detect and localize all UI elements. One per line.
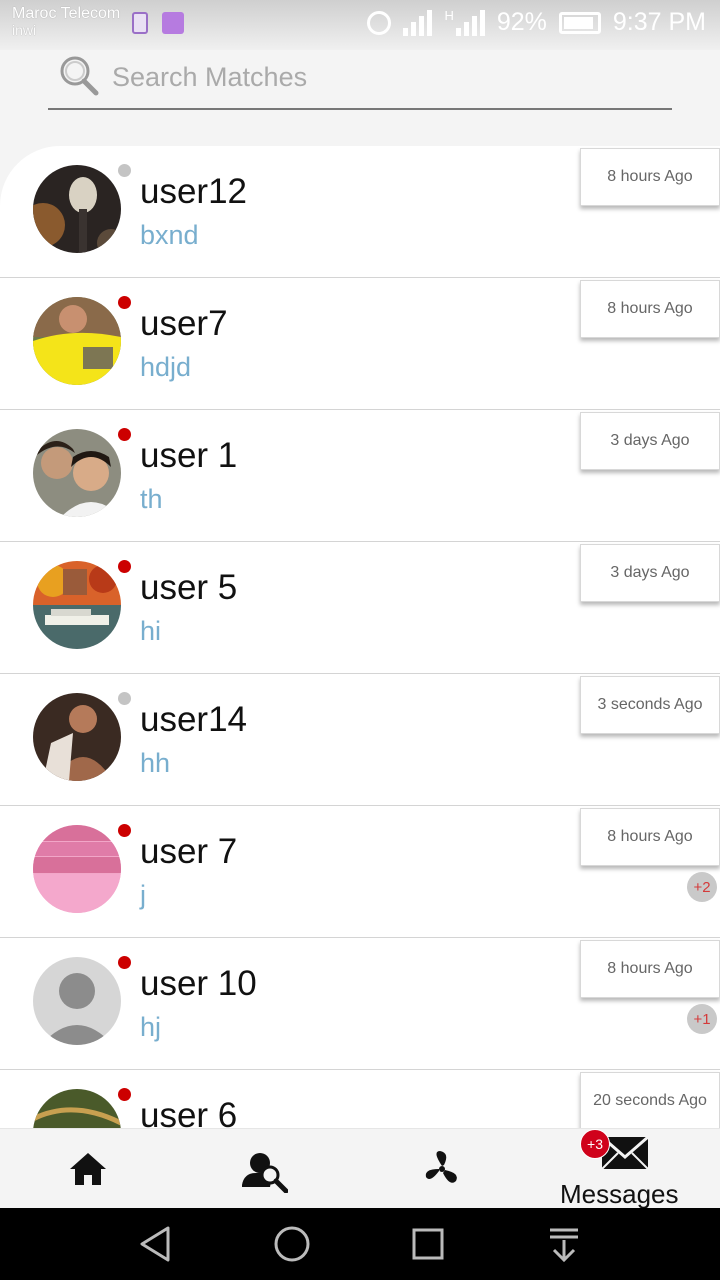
- last-message: j: [140, 880, 146, 910]
- contact-name: user14: [140, 700, 248, 739]
- person-search-icon: [242, 1153, 288, 1193]
- online-status-dot: [118, 956, 131, 969]
- conversation-row[interactable]: user 6 20 seconds Ago: [0, 1070, 720, 1128]
- contact-name: user7: [140, 304, 228, 343]
- timestamp-badge: 3 days Ago: [580, 544, 720, 602]
- conversation-row[interactable]: user14 hh 3 seconds Ago: [0, 674, 720, 806]
- battery-icon: [558, 11, 601, 34]
- timestamp-badge: 8 hours Ago: [580, 280, 720, 338]
- timestamp-badge: 3 days Ago: [580, 412, 720, 470]
- home-icon: [70, 1153, 106, 1185]
- signal-icon-2: [455, 9, 485, 36]
- status-right: H 92% 9:37 PM: [367, 8, 706, 37]
- fan-icon: [425, 1151, 457, 1183]
- last-message: hdjd: [140, 352, 192, 382]
- online-status-dot: [118, 824, 131, 837]
- last-message: hi: [140, 616, 162, 646]
- notification-icons: [132, 12, 184, 34]
- avatar: [33, 297, 121, 385]
- search-bar[interactable]: [48, 48, 672, 110]
- last-message: bxnd: [140, 220, 199, 250]
- online-status-dot: [118, 428, 131, 441]
- sim-notification-icon: [132, 12, 148, 34]
- carrier-info: Maroc Telecom inwi: [12, 5, 120, 39]
- alarm-icon: [367, 10, 392, 35]
- search-input[interactable]: [110, 56, 654, 98]
- messages-label: Messages: [560, 1179, 679, 1209]
- status-bar: Maroc Telecom inwi H 92% 9:37 PM: [0, 0, 720, 50]
- conversation-row[interactable]: user 1 th 3 days Ago: [0, 410, 720, 542]
- nav-home[interactable]: [48, 1129, 128, 1209]
- back-icon[interactable]: [134, 1222, 178, 1266]
- online-status-dot: [118, 560, 131, 573]
- conversation-row[interactable]: user 10 hj 8 hours Ago +1: [0, 938, 720, 1070]
- avatar: [33, 165, 121, 253]
- online-status-dot: [118, 1088, 131, 1101]
- timestamp-badge: 20 seconds Ago: [580, 1072, 720, 1128]
- last-message: hj: [140, 1012, 162, 1042]
- avatar: [33, 561, 121, 649]
- image-notification-icon: [162, 12, 184, 34]
- timestamp-badge: 8 hours Ago: [580, 808, 720, 866]
- system-nav-bar: [0, 1208, 720, 1280]
- carrier-primary: Maroc Telecom: [12, 5, 121, 22]
- timestamp-badge: 3 seconds Ago: [580, 676, 720, 734]
- contact-name: user 1: [140, 436, 238, 475]
- avatar: [33, 825, 121, 913]
- contact-name: user 5: [140, 568, 238, 607]
- last-message: th: [140, 484, 163, 514]
- online-status-dot: [118, 296, 131, 309]
- timestamp-badge: 8 hours Ago: [580, 940, 720, 998]
- avatar: [33, 1089, 121, 1128]
- notification-pull-icon[interactable]: [542, 1222, 586, 1266]
- nav-messages[interactable]: +3 Messages: [552, 1129, 696, 1209]
- offline-status-dot: [118, 164, 131, 177]
- last-message: hh: [140, 748, 171, 778]
- search-icon: [60, 56, 99, 96]
- battery-percent: 92%: [496, 8, 547, 36]
- home-circle-icon[interactable]: [270, 1222, 314, 1266]
- conversation-list[interactable]: user12 bxnd 8 hours Ago user7 hdjd 8 hou…: [0, 146, 720, 1128]
- conversation-row[interactable]: user12 bxnd 8 hours Ago: [0, 146, 720, 278]
- contact-name: user 7: [140, 832, 238, 871]
- offline-status-dot: [118, 692, 131, 705]
- nav-find-matches[interactable]: [222, 1129, 306, 1209]
- messages-badge: +3: [580, 1129, 610, 1159]
- conversation-row[interactable]: user 7 j 8 hours Ago +2: [0, 806, 720, 938]
- conversation-row[interactable]: user7 hdjd 8 hours Ago: [0, 278, 720, 410]
- conversation-row[interactable]: user 5 hi 3 days Ago: [0, 542, 720, 674]
- avatar: [33, 957, 121, 1045]
- unread-count-badge: +2: [687, 872, 717, 902]
- signal-icon: [403, 9, 433, 36]
- nav-discover[interactable]: [400, 1129, 484, 1209]
- contact-name: user 10: [140, 964, 257, 1003]
- contact-name: user12: [140, 172, 248, 211]
- carrier-secondary: inwi: [12, 22, 37, 38]
- unread-count-badge: +1: [687, 1004, 717, 1034]
- avatar: [33, 429, 121, 517]
- clock: 9:37 PM: [612, 8, 706, 36]
- network-type: H: [444, 8, 454, 23]
- avatar: [33, 693, 121, 781]
- recents-icon[interactable]: [406, 1222, 450, 1266]
- contact-name: user 6: [140, 1096, 238, 1128]
- timestamp-badge: 8 hours Ago: [580, 148, 720, 206]
- bottom-nav: +3 Messages: [0, 1128, 720, 1209]
